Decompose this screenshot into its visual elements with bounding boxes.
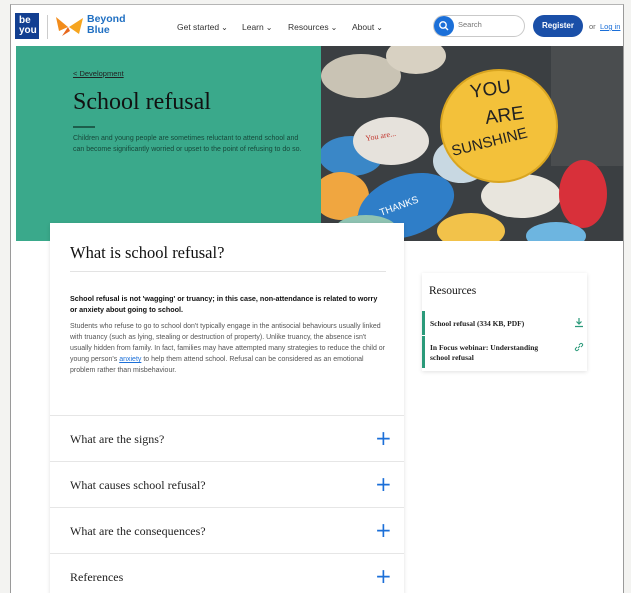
link-icon	[574, 342, 584, 354]
browser-page: be you Beyond Blue Get started ⌄ Learn ⌄ R…	[10, 4, 624, 593]
nav-about-label: About	[352, 22, 375, 32]
accordion-title: What are the signs?	[70, 432, 165, 446]
search-button[interactable]	[434, 16, 454, 36]
painted-rocks-image: YOU ARE SUNSHINE THANKS You are...	[321, 46, 623, 241]
nav-learn[interactable]: Learn ⌄	[242, 22, 272, 32]
plus-icon: +	[375, 564, 392, 588]
title-underline	[73, 126, 95, 128]
accordion-references[interactable]: References +	[50, 553, 404, 593]
hero-image-painted-rocks: YOU ARE SUNSHINE THANKS You are...	[321, 46, 623, 241]
nav-resources-label: Resources	[288, 22, 329, 32]
accordion-title: What causes school refusal?	[70, 478, 206, 492]
chevron-down-icon: ⌄	[330, 23, 338, 32]
accordion-title: What are the consequences?	[70, 524, 206, 538]
anxiety-link[interactable]: anxiety	[119, 356, 141, 363]
chevron-down-icon: ⌄	[376, 23, 383, 32]
resource-label: In Focus webinar: Understanding school r…	[430, 343, 539, 362]
resources-panel: Resources School refusal (334 KB, PDF) I…	[422, 273, 587, 371]
page-title: School refusal	[73, 89, 211, 115]
nav-get-started[interactable]: Get started ⌄	[177, 22, 228, 32]
breadcrumb-development[interactable]: < Development	[73, 69, 124, 78]
lead-paragraph: School refusal is not 'wagging' or truan…	[70, 294, 378, 314]
register-button[interactable]: Register	[533, 15, 583, 37]
section-divider	[70, 271, 386, 272]
beyond-blue-logo[interactable]: Beyond Blue	[53, 14, 133, 39]
butterfly-icon	[56, 17, 83, 36]
be-you-logo[interactable]: be you	[15, 13, 39, 39]
plus-icon: +	[375, 472, 392, 496]
hero-description: Children and young people are sometimes …	[73, 135, 302, 153]
section-title: What is school refusal?	[70, 243, 225, 262]
chevron-down-icon: ⌄	[265, 23, 273, 32]
accordion-title: References	[70, 570, 124, 584]
chevron-down-icon: ⌄	[221, 23, 228, 32]
logo-divider	[47, 15, 48, 39]
search-icon	[439, 21, 449, 31]
resource-label: School refusal (334 KB, PDF)	[430, 319, 525, 328]
plus-icon: +	[375, 426, 392, 450]
accordion-consequences[interactable]: What are the consequences? +	[50, 507, 404, 554]
accordion-signs[interactable]: What are the signs? +	[50, 415, 404, 462]
resource-webinar-link[interactable]: In Focus webinar: Understanding school r…	[422, 336, 587, 368]
nav-about[interactable]: About ⌄	[352, 22, 383, 32]
nav-resources[interactable]: Resources ⌄	[288, 22, 337, 32]
content-card: What is school refusal? School refusal i…	[50, 223, 404, 593]
download-icon	[574, 317, 584, 330]
accordion-causes[interactable]: What causes school refusal? +	[50, 461, 404, 508]
body-paragraph: Students who refuse to go to school don'…	[70, 321, 386, 376]
plus-icon: +	[375, 518, 392, 542]
or-text: or	[589, 22, 596, 31]
login-link[interactable]: Log in	[600, 22, 620, 31]
resource-pdf-link[interactable]: School refusal (334 KB, PDF)	[422, 311, 587, 335]
search-input[interactable]	[458, 20, 518, 29]
nav-learn-label: Learn	[242, 22, 264, 32]
resources-title: Resources	[429, 285, 477, 297]
nav-get-started-label: Get started	[177, 22, 220, 32]
logo-you-text: you	[19, 25, 37, 36]
logo-blue-text: Blue	[87, 24, 110, 36]
site-header: be you Beyond Blue Get started ⌄ Learn ⌄ R…	[11, 5, 623, 49]
search-box	[433, 15, 525, 37]
